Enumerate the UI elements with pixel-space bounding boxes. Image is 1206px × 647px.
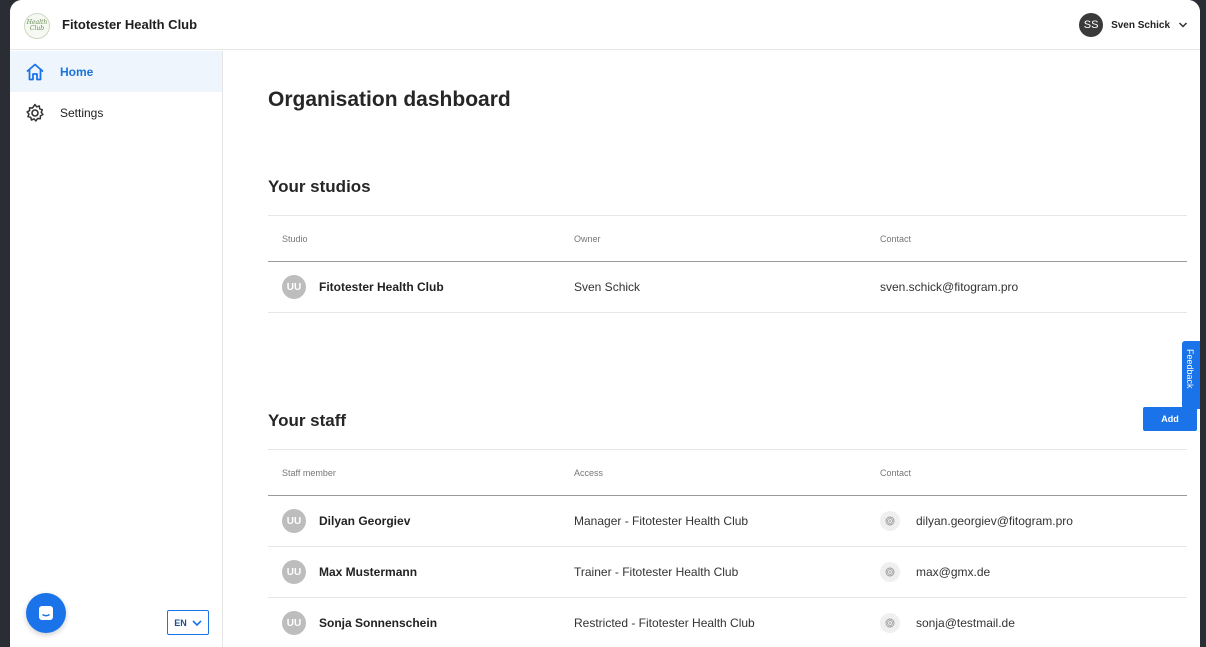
table-row[interactable]: UU Fitotester Health Club Sven Schick sv… <box>268 262 1187 313</box>
studio-owner: Sven Schick <box>574 280 641 294</box>
sidebar-item-settings[interactable]: Settings <box>10 92 222 133</box>
staff-table: Staff member Access Contact UU Dilyan Ge… <box>268 449 1187 647</box>
chat-launcher-button[interactable] <box>26 593 66 633</box>
chat-icon <box>39 606 53 620</box>
staff-contact: sonja@testmail.de <box>916 616 1015 630</box>
user-menu[interactable]: SS Sven Schick <box>1079 13 1188 37</box>
sidebar-item-home[interactable]: Home <box>10 51 222 92</box>
staff-name: Max Mustermann <box>319 565 418 579</box>
app-window: Health Club Fitotester Health Club SS Sv… <box>10 0 1200 647</box>
brand-name: Fitotester Health Club <box>62 17 198 32</box>
feedback-label: Feedback <box>1185 349 1195 389</box>
avatar: UU <box>282 611 306 635</box>
table-row[interactable]: UU Dilyan Georgiev Manager - Fitotester … <box>268 496 1187 547</box>
add-staff-button[interactable]: Add <box>1143 407 1197 431</box>
main-content: Organisation dashboard Your studios Stud… <box>224 51 1200 647</box>
sidebar-item-label: Settings <box>60 105 104 120</box>
column-header-studio: Studio <box>282 233 308 244</box>
table-row[interactable]: UU Max Mustermann Trainer - Fitotester H… <box>268 547 1187 598</box>
column-header-owner: Owner <box>574 233 601 244</box>
table-header: Staff member Access Contact <box>268 449 1187 496</box>
column-header-contact: Contact <box>880 233 912 244</box>
column-header-contact: Contact <box>880 467 912 478</box>
studios-table: Studio Owner Contact UU Fitotester Healt… <box>268 215 1187 313</box>
studio-name: Fitotester Health Club <box>319 280 444 294</box>
studio-contact: sven.schick@fitogram.pro <box>880 280 1019 294</box>
feedback-tab[interactable]: Feedback <box>1182 341 1200 409</box>
table-header: Studio Owner Contact <box>268 215 1187 262</box>
staff-section-title: Your staff <box>268 411 347 430</box>
language-label: EN <box>174 617 187 628</box>
sidebar: Home Settings EN <box>10 51 223 647</box>
chevron-down-icon <box>192 619 202 626</box>
user-name: Sven Schick <box>1111 19 1170 31</box>
staff-name: Sonja Sonnenschein <box>319 616 438 630</box>
table-row[interactable]: UU Sonja Sonnenschein Restricted - Fitot… <box>268 598 1187 647</box>
avatar: UU <box>282 560 306 584</box>
fingerprint-icon <box>880 511 900 531</box>
column-header-access: Access <box>574 467 604 478</box>
gear-icon <box>24 102 46 124</box>
staff-name: Dilyan Georgiev <box>319 514 411 528</box>
staff-contact: max@gmx.de <box>916 565 991 579</box>
studios-section-title: Your studios <box>268 177 371 196</box>
home-icon <box>24 61 46 83</box>
staff-contact: dilyan.georgiev@fitogram.pro <box>916 514 1073 528</box>
sidebar-item-label: Home <box>60 64 94 79</box>
fingerprint-icon <box>880 613 900 633</box>
staff-access: Trainer - Fitotester Health Club <box>574 565 739 579</box>
chevron-down-icon <box>1178 22 1188 28</box>
avatar: UU <box>282 509 306 533</box>
fingerprint-icon <box>880 562 900 582</box>
staff-access: Restricted - Fitotester Health Club <box>574 616 755 630</box>
top-bar: Health Club Fitotester Health Club SS Sv… <box>10 0 1200 50</box>
language-selector[interactable]: EN <box>167 610 209 635</box>
page-title: Organisation dashboard <box>268 88 511 111</box>
club-logo: Health Club <box>24 13 50 39</box>
staff-access: Manager - Fitotester Health Club <box>574 514 749 528</box>
avatar: UU <box>282 275 306 299</box>
column-header-staff-member: Staff member <box>282 467 336 478</box>
user-avatar: SS <box>1079 13 1104 37</box>
